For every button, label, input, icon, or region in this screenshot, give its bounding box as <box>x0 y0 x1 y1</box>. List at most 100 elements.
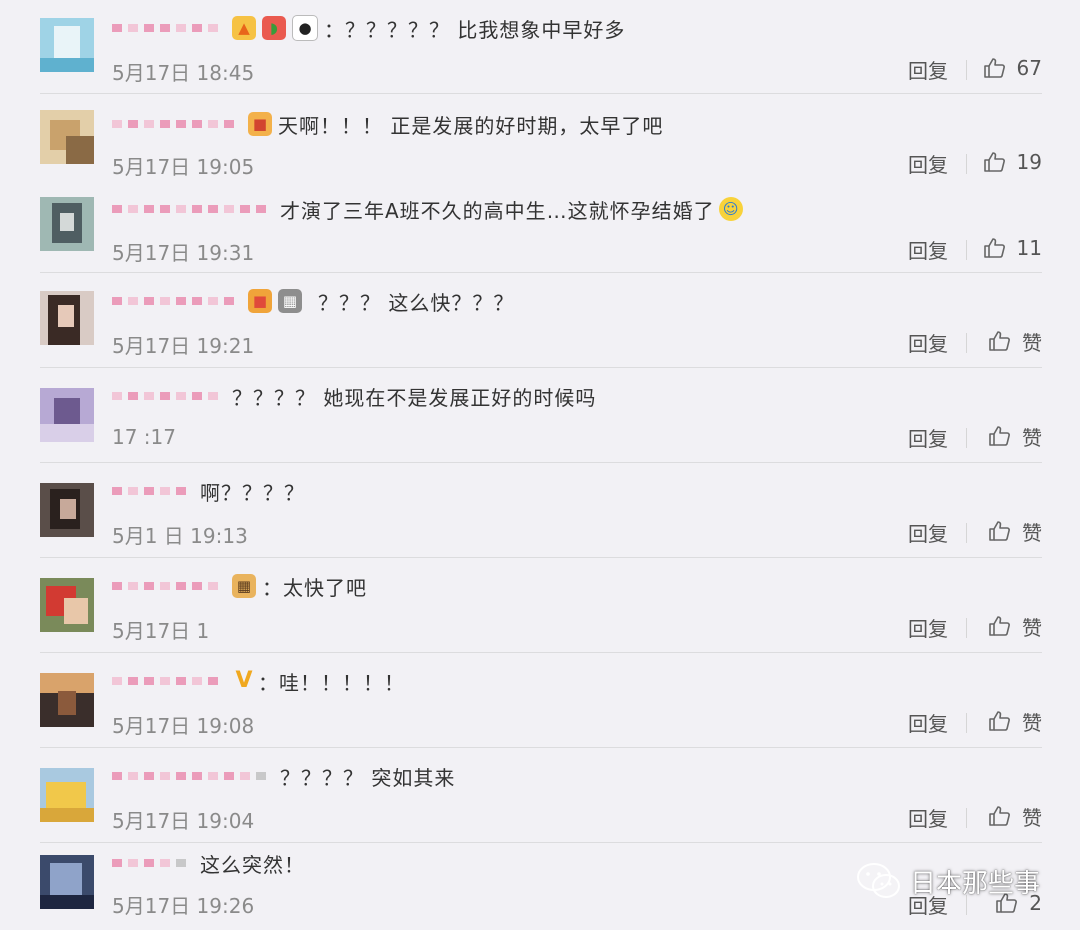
username-blurred[interactable] <box>112 386 224 406</box>
comment-item: ▲ ◗ ● ：？？？？？ 比我想象中早好多 5月17日 18:45 回复 67 <box>0 0 1080 94</box>
thumbs-up-icon <box>989 426 1010 446</box>
comment-header: ▲ ◗ ● ：？？？？？ 比我想象中早好多 <box>112 10 625 46</box>
username-blurred[interactable] <box>112 671 224 691</box>
username-blurred[interactable] <box>112 291 240 311</box>
action-separator <box>966 154 967 174</box>
username-blurred[interactable] <box>112 481 192 501</box>
emoji-icon: ▦ <box>232 574 256 598</box>
comment-time: 5月17日 19:26 <box>112 894 255 918</box>
like-count: 赞 <box>1022 615 1042 640</box>
like-button[interactable]: 11 <box>983 234 1042 262</box>
comment-header: ■ 天啊！！！ 正是发展的好时期，太早了吧 <box>112 106 663 142</box>
avatar[interactable] <box>40 855 94 909</box>
comment-text: ：哇！！！！！ <box>258 670 405 695</box>
comment-header: V ：哇！！！！！ <box>112 663 405 699</box>
avatar[interactable] <box>40 291 94 345</box>
comment-header: ▦ ：太快了吧 <box>112 568 367 604</box>
comment-header: 才演了三年A班不久的高中生…这就怀孕结婚了 ☺ <box>112 191 749 227</box>
comment-item: ■ ▦ ？？？ 这么快？？？ 5月17日 19:21 回复 赞 <box>0 273 1080 368</box>
like-count: 19 <box>1016 150 1042 174</box>
fire-emoji-icon: ▲ <box>232 16 256 40</box>
comment-time: 5月17日 19:31 <box>112 241 255 265</box>
comment-text: 才演了三年A班不久的高中生…这就怀孕结婚了 <box>280 198 715 223</box>
action-separator <box>966 713 967 733</box>
wechat-watermark: 日本那些事 <box>856 862 1040 900</box>
emoji-icon: ■ <box>248 289 272 313</box>
thumbs-up-icon <box>983 152 1005 172</box>
reply-button[interactable]: 回复 <box>908 328 948 357</box>
reply-button[interactable]: 回复 <box>908 613 948 642</box>
comment-text: ：太快了吧 <box>262 575 367 600</box>
watermark-text: 日本那些事 <box>910 868 1041 899</box>
comment-item: 啊？？？？ 5月1 日 19:13 回复 赞 <box>0 463 1080 558</box>
avatar[interactable] <box>40 483 94 537</box>
comment-time: 5月1 日 19:13 <box>112 524 248 548</box>
username-blurred[interactable] <box>112 766 272 786</box>
like-button[interactable]: 赞 <box>988 802 1042 830</box>
username-blurred[interactable] <box>112 199 272 219</box>
like-button[interactable]: 赞 <box>988 327 1042 355</box>
like-count: 赞 <box>1022 805 1042 830</box>
medal-emoji-icon: ■ <box>248 112 272 136</box>
comment-time: 5月17日 19:05 <box>112 155 255 179</box>
panda-emoji-icon: ● <box>292 15 318 41</box>
avatar[interactable] <box>40 768 94 822</box>
emoji-icon: ▦ <box>278 289 302 313</box>
like-count: 赞 <box>1022 710 1042 735</box>
comment-header: 啊？？？？ <box>112 473 305 509</box>
comment-header: ？？？？ 突如其来 <box>112 758 455 794</box>
watermelon-emoji-icon: ◗ <box>262 16 286 40</box>
like-button[interactable]: 19 <box>983 148 1042 176</box>
username-blurred[interactable] <box>112 853 192 873</box>
avatar[interactable] <box>40 197 94 251</box>
reply-button[interactable]: 回复 <box>908 55 948 84</box>
username-blurred[interactable] <box>112 114 240 134</box>
reply-button[interactable]: 回复 <box>908 708 948 737</box>
reply-button[interactable]: 回复 <box>908 803 948 832</box>
like-button[interactable]: 赞 <box>988 422 1042 450</box>
comment-time: 5月17日 19:08 <box>112 714 255 738</box>
comment-time: 5月17日 18:45 <box>112 61 255 85</box>
reply-button[interactable]: 回复 <box>908 423 948 452</box>
avatar[interactable] <box>40 18 94 72</box>
comment-header: ■ ▦ ？？？ 这么快？？？ <box>112 283 514 319</box>
comment-header: ？？？？ 她现在不是发展正好的时候吗 <box>112 378 596 414</box>
comment-text: ：？？？？？ 比我想象中早好多 <box>324 17 626 42</box>
comment-item: ？？？？ 她现在不是发展正好的时候吗 17 :17 回复 赞 <box>0 368 1080 463</box>
reply-button[interactable]: 回复 <box>908 518 948 547</box>
avatar[interactable] <box>40 388 94 442</box>
reply-button[interactable]: 回复 <box>908 235 948 264</box>
like-button[interactable]: 赞 <box>988 707 1042 735</box>
thumbs-up-icon <box>983 58 1005 78</box>
like-count: 11 <box>1016 236 1042 260</box>
laughing-crying-emoji-icon: ☺ <box>718 197 743 221</box>
comment-time: 17 :17 <box>112 425 176 449</box>
username-blurred[interactable] <box>112 576 224 596</box>
thumbs-up-icon <box>989 331 1010 351</box>
like-count: 67 <box>1016 56 1042 80</box>
like-count: 赞 <box>1022 330 1042 355</box>
like-button[interactable]: 赞 <box>988 517 1042 545</box>
like-count: 赞 <box>1022 520 1042 545</box>
avatar[interactable] <box>40 110 94 164</box>
action-separator <box>966 333 967 353</box>
comment-item: ■ 天啊！！！ 正是发展的好时期，太早了吧 5月17日 19:05 回复 19 <box>0 94 1080 185</box>
avatar[interactable] <box>40 578 94 632</box>
reply-button[interactable]: 回复 <box>908 149 948 178</box>
verified-v-icon: V <box>235 668 253 693</box>
comment-item: 才演了三年A班不久的高中生…这就怀孕结婚了 ☺ 5月17日 19:31 回复 1… <box>0 185 1080 273</box>
comment-item: ▦ ：太快了吧 5月17日 1 回复 赞 <box>0 558 1080 653</box>
comment-header: 这么突然！ <box>112 845 305 881</box>
thumbs-up-icon <box>989 806 1010 826</box>
action-separator <box>966 240 967 260</box>
like-button[interactable]: 67 <box>983 54 1042 82</box>
avatar[interactable] <box>40 673 94 727</box>
thumbs-up-icon <box>989 711 1010 731</box>
wechat-logo-icon <box>857 863 900 898</box>
action-separator <box>966 523 967 543</box>
like-count: 赞 <box>1022 425 1042 450</box>
like-button[interactable]: 赞 <box>988 612 1042 640</box>
comment-text: ？？？？ 她现在不是发展正好的时候吗 <box>232 385 597 410</box>
thumbs-up-icon <box>983 238 1005 258</box>
username-blurred[interactable] <box>112 18 224 38</box>
